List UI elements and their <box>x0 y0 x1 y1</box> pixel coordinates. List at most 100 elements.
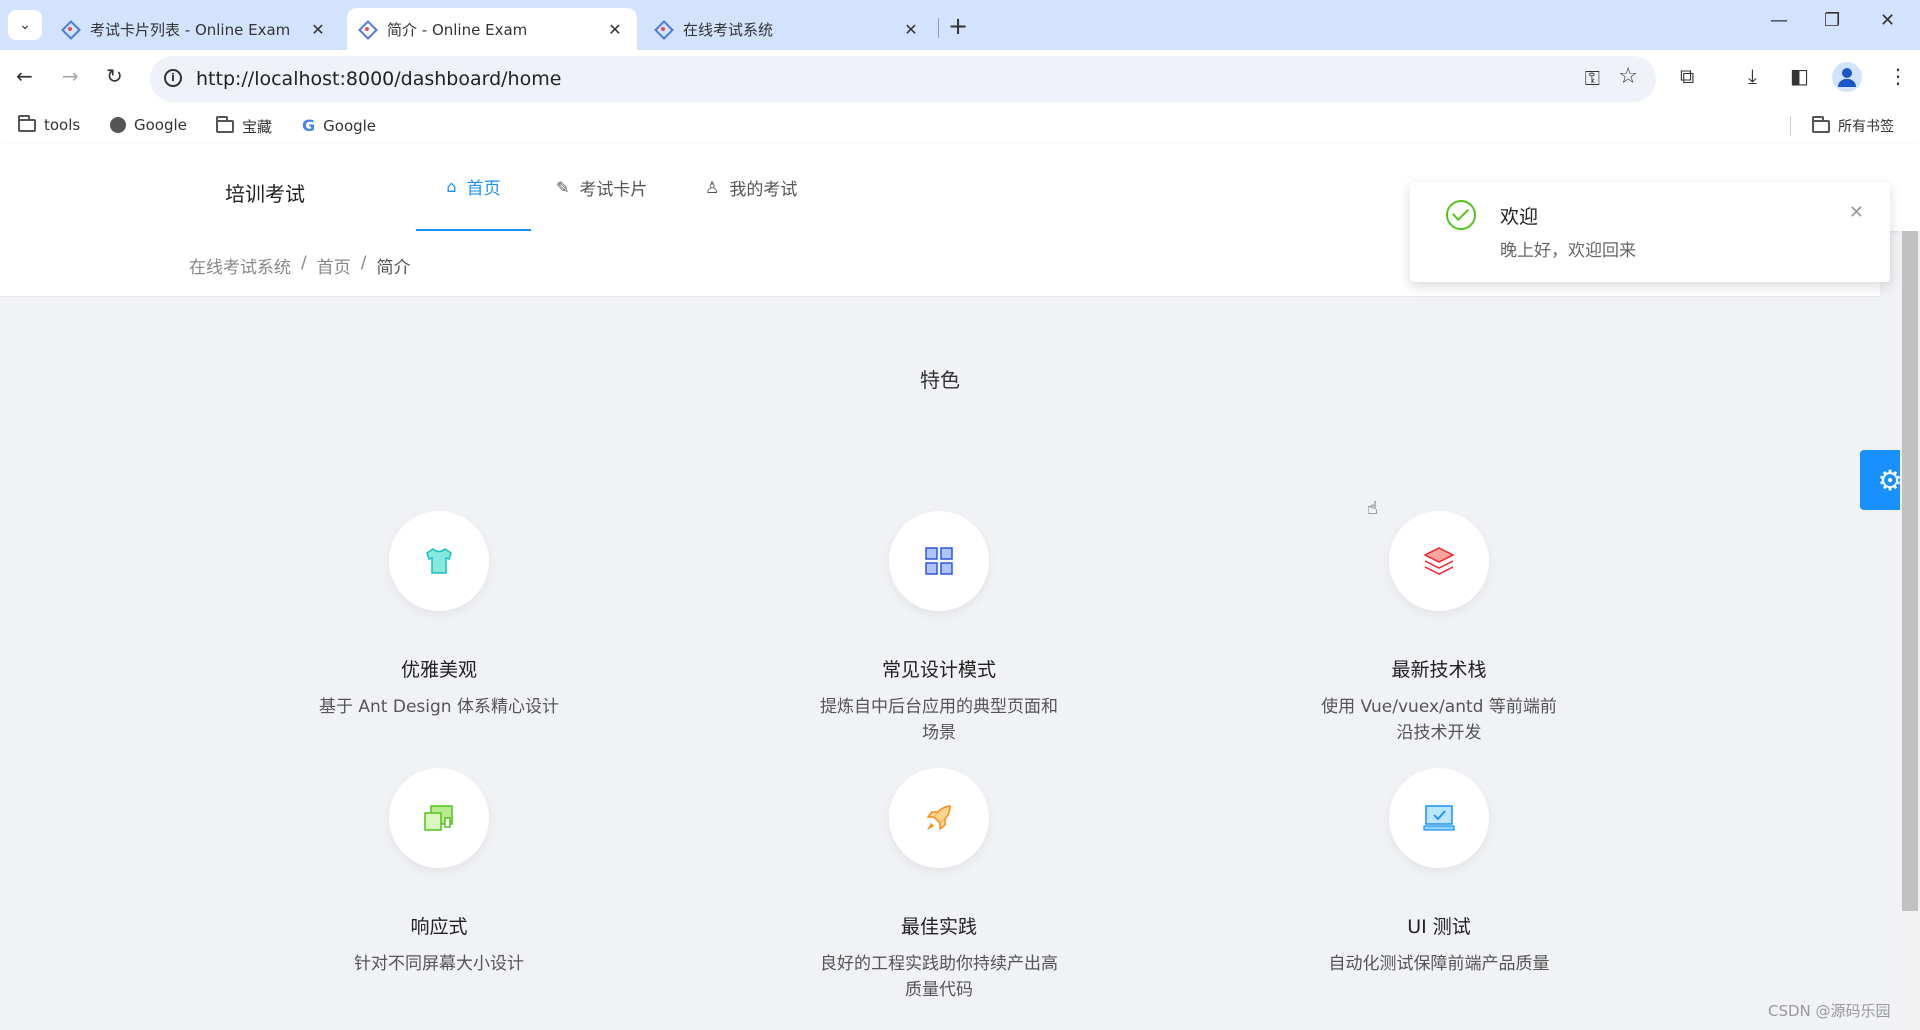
bookmark-tools[interactable]: tools <box>18 114 80 134</box>
minimize-icon[interactable]: — <box>1770 10 1788 31</box>
feature-desc: 良好的工程实践助你持续产出高质量代码 <box>820 954 1058 1000</box>
devices-icon <box>424 805 453 831</box>
tab-intro[interactable]: 简介 - Online Exam ✕ <box>347 8 637 50</box>
tab-bar: ⌄ 考试卡片列表 - Online Exam ✕ 简介 - Online Exa… <box>0 0 1920 50</box>
tab-separator <box>938 18 939 38</box>
rocket-icon <box>926 805 951 831</box>
menu-item-home[interactable]: ⌂ 首页 <box>416 144 531 231</box>
gear-icon: ⚙ <box>1877 463 1903 497</box>
extensions-icon[interactable]: ⧉ <box>1680 64 1694 88</box>
menu-item-label: 我的考试 <box>729 180 798 200</box>
feature-tech-stack: 最新技术栈 使用 Vue/vuex/antd 等前端前沿技术开发 <box>1289 511 1589 746</box>
watermark: CSDN @源码乐园 <box>1768 1002 1891 1020</box>
card-icon: ✎ <box>556 178 570 197</box>
feature-desc: 基于 Ant Design 体系精心设计 <box>319 697 559 717</box>
all-bookmarks[interactable]: 所有书签 <box>1812 115 1894 136</box>
site-info-icon[interactable]: i <box>164 69 182 87</box>
bookmark-label: 宝藏 <box>242 118 273 136</box>
menu-item-my-exams[interactable]: ♙ 我的考试 <box>705 144 797 231</box>
feature-icon-circle <box>889 511 989 611</box>
more-menu-icon[interactable]: ⋮ <box>1888 64 1908 88</box>
new-tab-button[interactable]: + <box>948 12 968 40</box>
feature-elegant: 优雅美观 基于 Ant Design 体系精心设计 <box>289 511 589 720</box>
bookmark-treasure[interactable]: 宝藏 <box>216 116 272 137</box>
forward-arrow-icon[interactable]: → <box>62 64 79 88</box>
tab-title: 简介 - Online Exam <box>387 20 528 39</box>
restore-icon[interactable]: ❐ <box>1824 10 1840 31</box>
scrollbar-thumb[interactable] <box>1902 231 1918 911</box>
feature-icon-circle <box>389 511 489 611</box>
bookmarks-bar: tools Google 宝藏 G Google 所有书签 <box>0 108 1920 144</box>
feature-icon-circle <box>1389 768 1489 868</box>
close-icon[interactable]: ✕ <box>1849 202 1864 223</box>
close-icon[interactable]: ✕ <box>605 20 625 39</box>
page-scrollbar[interactable] <box>1900 231 1920 1030</box>
home-icon: ⌂ <box>446 177 457 196</box>
main-content: 特色 优雅美观 基于 Ant Design 体系精心设计 常见设计模式 提炼自中… <box>0 298 1880 1030</box>
tab-title: 在线考试系统 <box>683 20 774 39</box>
bookmark-google[interactable]: Google <box>110 116 187 134</box>
feature-desc: 自动化测试保障前端产品质量 <box>1328 954 1550 974</box>
pointer-cursor-icon: ☝ <box>1367 498 1378 519</box>
bookmark-google-2[interactable]: G Google <box>302 116 376 135</box>
tab-search-button[interactable]: ⌄ <box>8 10 42 40</box>
welcome-notification: 欢迎 晚上好，欢迎回来 ✕ <box>1410 182 1890 282</box>
feature-title: 响应式 <box>410 916 468 938</box>
bookmark-label: Google <box>323 116 377 135</box>
tab-online-exam-system[interactable]: 在线考试系统 ✕ <box>643 8 933 50</box>
download-icon[interactable]: ⤓ <box>1748 64 1757 88</box>
check-circle-icon <box>1446 200 1476 230</box>
browser-toolbar: ← → ↻ i http://localhost:8000/dashboard/… <box>0 50 1920 108</box>
feature-icon-circle <box>389 768 489 868</box>
feature-icon-circle <box>889 768 989 868</box>
app-favicon-icon <box>359 21 375 37</box>
feature-desc: 针对不同屏幕大小设计 <box>354 954 524 974</box>
close-icon[interactable]: ✕ <box>901 20 921 39</box>
globe-icon <box>110 117 126 133</box>
feature-desc: 提炼自中后台应用的典型页面和场景 <box>820 697 1058 743</box>
chevron-down-icon: ⌄ <box>19 17 31 33</box>
menu-item-label: 考试卡片 <box>579 180 648 200</box>
menu-item-exam-cards[interactable]: ✎ 考试卡片 <box>556 144 647 231</box>
breadcrumb-item[interactable]: 在线考试系统 <box>189 253 291 278</box>
tab-exam-card-list[interactable]: 考试卡片列表 - Online Exam ✕ <box>50 8 340 50</box>
google-icon: G <box>302 116 316 135</box>
feature-ui-test: UI 测试 自动化测试保障前端产品质量 <box>1289 768 1589 977</box>
profile-avatar[interactable] <box>1832 62 1862 92</box>
notification-title: 欢迎 <box>1500 206 1539 228</box>
bookmark-label: 所有书签 <box>1838 119 1894 135</box>
feature-best-practice: 最佳实践 良好的工程实践助你持续产出高质量代码 <box>789 768 1089 1003</box>
bookmark-separator <box>1790 116 1791 136</box>
bookmark-label: Google <box>134 116 187 134</box>
folder-icon <box>18 114 36 132</box>
grid-icon <box>925 547 953 575</box>
section-title: 特色 <box>920 368 960 392</box>
key-icon[interactable]: ⚿ <box>1585 66 1600 90</box>
address-bar[interactable]: i http://localhost:8000/dashboard/home ⚿… <box>150 56 1656 102</box>
breadcrumb-current: 简介 <box>376 258 411 278</box>
back-arrow-icon[interactable]: ← <box>16 64 33 88</box>
breadcrumb: 在线考试系统 / 首页 / 简介 <box>189 253 410 278</box>
breadcrumb-separator: / <box>301 253 307 273</box>
menu-item-label: 首页 <box>466 179 501 199</box>
folder-icon <box>216 116 234 133</box>
reload-icon[interactable]: ↻ <box>106 64 123 88</box>
monitor-icon <box>1423 805 1455 831</box>
app-logo[interactable]: 培训考试 <box>225 178 305 207</box>
app-favicon-icon <box>62 21 78 37</box>
url-text[interactable]: http://localhost:8000/dashboard/home <box>196 68 561 90</box>
window-close-icon[interactable]: ✕ <box>1880 10 1895 31</box>
notification-desc: 晚上好，欢迎回来 <box>1500 241 1636 261</box>
breadcrumb-separator: / <box>360 253 367 273</box>
feature-title: 最佳实践 <box>900 916 977 938</box>
tab-title: 考试卡片列表 - Online Exam <box>90 20 291 39</box>
folder-icon <box>1812 115 1830 133</box>
side-panel-icon[interactable]: ◧ <box>1790 64 1809 88</box>
breadcrumb-item[interactable]: 首页 <box>317 253 351 278</box>
close-icon[interactable]: ✕ <box>308 20 328 39</box>
layers-icon <box>1423 547 1455 575</box>
feature-design-patterns: 常见设计模式 提炼自中后台应用的典型页面和场景 <box>789 511 1089 746</box>
app-favicon-icon <box>655 21 671 37</box>
feature-icon-circle <box>1389 511 1489 611</box>
star-icon[interactable]: ☆ <box>1618 64 1638 89</box>
